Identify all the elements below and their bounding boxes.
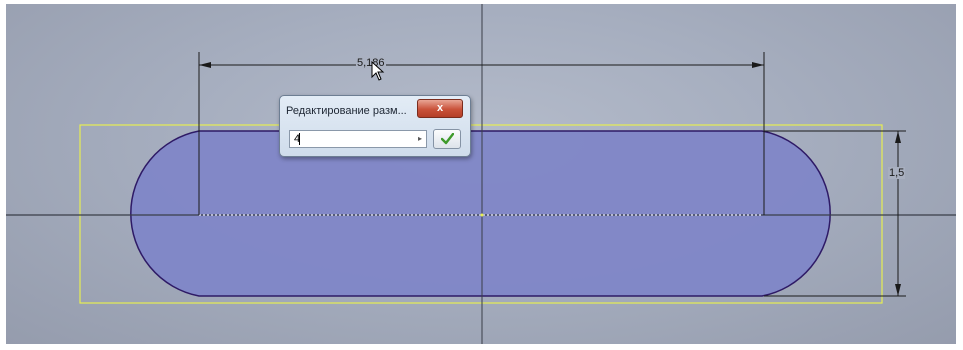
arrow-right-icon[interactable]: ▸ (418, 134, 422, 143)
close-button[interactable]: x (417, 99, 463, 118)
ok-button[interactable] (433, 129, 461, 149)
origin-point (480, 213, 484, 217)
sketch-canvas[interactable]: 5,186 1,5 Редактирование разм... x 4 ▸ (6, 4, 956, 344)
dim-arrow-left (199, 62, 211, 68)
text-caret (299, 133, 300, 145)
dialog-title: Редактирование разм... (286, 105, 407, 117)
slot-profile[interactable] (130, 130, 831, 297)
dim-arrow-bottom (895, 284, 901, 296)
dim-label-vertical[interactable]: 1,5 (888, 167, 906, 179)
mouse-pointer-icon (371, 61, 385, 81)
dim-arrow-right (752, 62, 764, 68)
checkmark-icon (441, 133, 454, 145)
close-icon: x (436, 102, 444, 114)
edit-dimension-dialog: Редактирование разм... x 4 ▸ (279, 95, 471, 157)
dim-arrow-top (895, 131, 901, 143)
dimension-value-input[interactable]: 4 ▸ (289, 130, 427, 148)
